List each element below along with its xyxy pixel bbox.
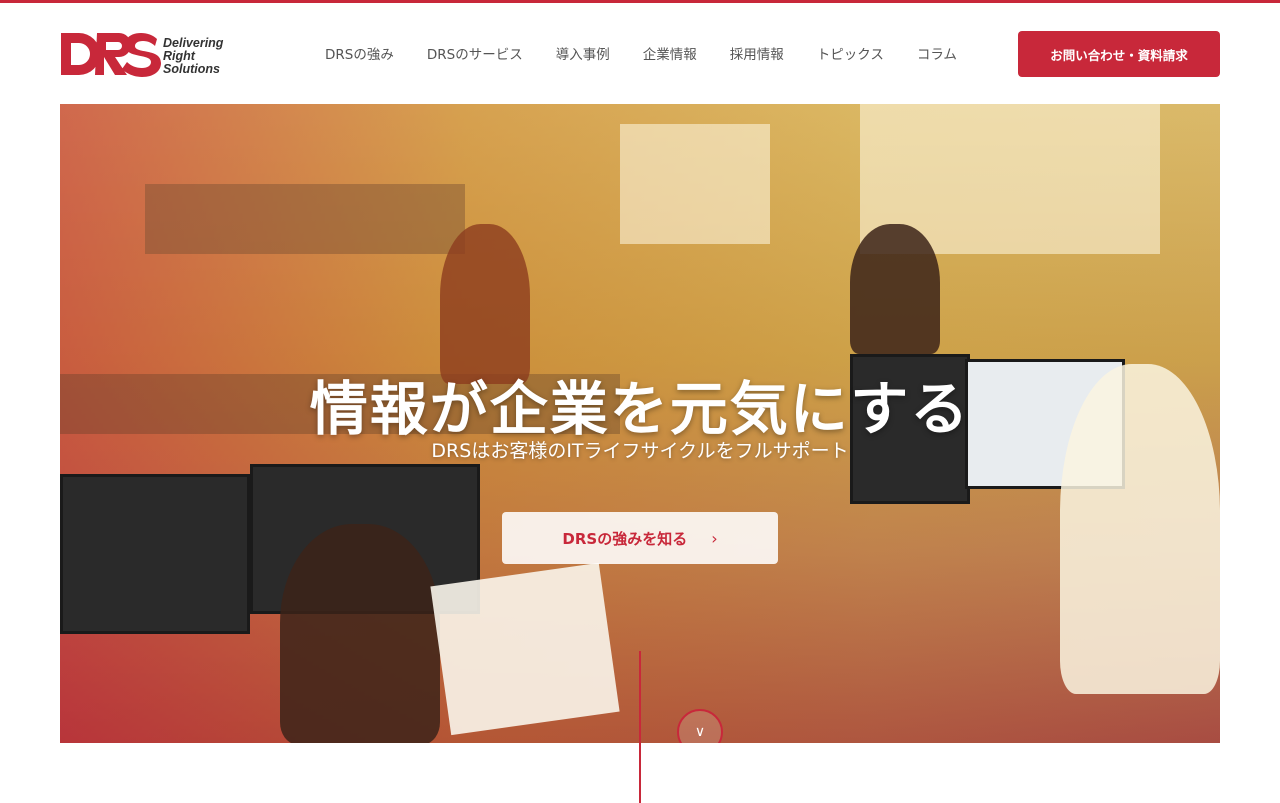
paper-documents	[430, 562, 620, 736]
drs-logo-mark	[61, 33, 161, 77]
office-worker	[850, 224, 940, 354]
site-logo[interactable]: Delivering Right Solutions	[59, 29, 249, 83]
nav-item-case-studies[interactable]: 導入事例	[556, 43, 610, 63]
office-worker	[280, 524, 440, 743]
nav-item-topics[interactable]: トピックス	[817, 43, 884, 63]
bookshelf	[145, 184, 465, 254]
nav-item-services[interactable]: DRSのサービス	[427, 43, 523, 63]
tagline-line: Solutions	[163, 62, 220, 76]
office-worker	[440, 224, 530, 384]
site-header: Delivering Right Solutions DRSの強み DRSのサー…	[0, 3, 1280, 103]
scroll-guide-line	[639, 651, 641, 803]
chevron-down-icon: ∨	[694, 724, 706, 740]
main-nav: DRSの強み DRSのサービス 導入事例 企業情報 採用情報 トピックス コラム	[325, 43, 957, 63]
logo-tagline: Delivering Right Solutions	[163, 37, 253, 76]
learn-strengths-button[interactable]: DRSの強みを知る ›	[502, 512, 778, 564]
hero-title: 情報が企業を元気にする	[309, 375, 971, 443]
nav-item-company[interactable]: 企業情報	[643, 43, 697, 63]
contact-request-button[interactable]: お問い合わせ・資料請求	[1018, 31, 1220, 77]
scroll-down-button[interactable]: ∨	[677, 709, 723, 743]
office-window	[620, 124, 770, 244]
computer-monitor	[60, 474, 250, 634]
nav-item-column[interactable]: コラム	[917, 43, 957, 63]
chevron-right-icon: ›	[711, 528, 718, 548]
nav-item-recruit[interactable]: 採用情報	[730, 43, 784, 63]
hero-section: 情報が企業を元気にする DRSはお客様のITライフサイクルをフルサポート DRS…	[60, 104, 1220, 743]
learn-strengths-label: DRSの強みを知る	[562, 529, 688, 548]
nav-item-strengths[interactable]: DRSの強み	[325, 43, 394, 63]
hero-subtitle: DRSはお客様のITライフサイクルをフルサポート	[431, 440, 849, 462]
